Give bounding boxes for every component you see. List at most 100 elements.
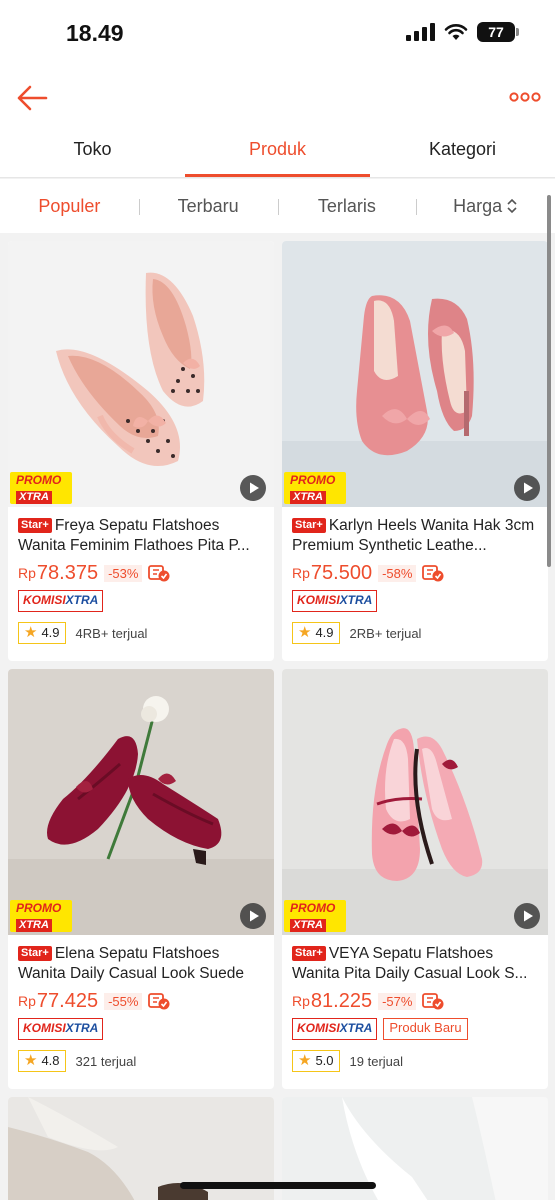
rating-value: 5.0 — [315, 1053, 334, 1068]
product-card[interactable]: PROMO XTRA Star+ Karlyn Heels Wanita Hak … — [282, 241, 548, 661]
komisi-label: KOMISI — [23, 1021, 66, 1035]
star-plus-badge: Star+ — [292, 518, 326, 533]
discount-badge: -55% — [104, 992, 143, 1010]
product-title: Star+ VEYA Sepatu Flatshoes Wanita Pita D… — [292, 944, 538, 984]
tab-produk[interactable]: Produk — [185, 126, 370, 177]
product-photo — [8, 241, 274, 507]
currency-label: Rp — [18, 565, 36, 581]
komisi-xtra-badge: KOMISIXTRA — [292, 590, 378, 612]
app-header — [0, 70, 555, 126]
rating-badge: ★ 4.9 — [18, 622, 66, 644]
product-card[interactable]: PROMO XTRA Star+ VEYA Sepatu Flatshoes Wa… — [282, 669, 548, 1089]
product-image[interactable]: PROMO XTRA — [282, 669, 548, 935]
rating-badge: ★ 4.8 — [18, 1050, 66, 1072]
product-title: Star+ Karlyn Heels Wanita Hak 3cm Premium… — [292, 516, 538, 556]
komisi-xtra-badge: KOMISIXTRA — [292, 1018, 378, 1040]
komisi-xtra-badge: KOMISIXTRA — [18, 1018, 104, 1040]
product-image[interactable]: PROMO XTRA — [282, 241, 548, 507]
product-grid: PROMO XTRA Star+ Freya Sepatu Flatshoes W… — [8, 241, 548, 1200]
rating-value: 4.9 — [315, 625, 334, 640]
product-photo — [282, 241, 548, 507]
sort-terlaris-label: Terlaris — [317, 195, 376, 216]
product-title-text: Elena Sepatu Flatshoes Wanita Daily Casu… — [18, 945, 245, 982]
promo-xtra-badge: PROMO XTRA — [10, 472, 72, 504]
battery-icon: 77 — [477, 22, 519, 42]
sort-bar: Populer Terbaru Terlaris Harga — [0, 179, 555, 233]
sort-harga-label: Harga — [453, 195, 503, 216]
play-video-icon[interactable] — [514, 475, 540, 501]
voucher-check-icon — [148, 565, 170, 582]
star-icon: ★ — [298, 624, 312, 641]
voucher-check-icon — [148, 993, 170, 1010]
promo-xtra-label: XTRA — [290, 919, 326, 932]
promo-xtra-badge: PROMO XTRA — [284, 472, 346, 504]
discount-badge: -53% — [104, 564, 143, 582]
komisi-xtra-label: XTRA — [339, 593, 373, 607]
status-icons: 77 — [406, 22, 519, 42]
star-icon: ★ — [24, 624, 38, 641]
discount-badge: -58% — [378, 564, 417, 582]
promo-xtra-label: XTRA — [290, 491, 326, 504]
status-time: 18.49 — [66, 20, 124, 46]
sort-terbaru[interactable]: Terbaru — [138, 195, 278, 217]
shop-tabs: Toko Produk Kategori — [0, 126, 555, 178]
arrow-left-icon[interactable] — [14, 80, 50, 116]
star-plus-badge: Star+ — [292, 946, 326, 961]
product-card[interactable]: PROMO XTRA Star+ Freya Sepatu Flatshoes W… — [8, 241, 274, 661]
product-card[interactable]: PROMO XTRA Star+ Elena Sepatu Flatshoes W… — [8, 669, 274, 1089]
product-price: 75.500 — [310, 561, 373, 584]
play-video-icon[interactable] — [240, 903, 266, 929]
product-price: 81.225 — [310, 989, 373, 1012]
currency-label: Rp — [292, 993, 310, 1009]
sort-harga[interactable]: Harga — [416, 196, 555, 217]
komisi-xtra-badge: KOMISIXTRA — [18, 590, 104, 612]
sold-count: 2RB+ terjual — [349, 625, 422, 641]
promo-label: PROMO — [16, 473, 62, 487]
rating-value: 4.9 — [41, 625, 60, 640]
sold-count: 19 terjual — [349, 1053, 404, 1069]
play-video-icon[interactable] — [240, 475, 266, 501]
discount-badge: -57% — [378, 992, 417, 1010]
sort-populer-label: Populer — [38, 195, 101, 216]
product-price: 77.425 — [36, 989, 99, 1012]
product-title: Star+ Freya Sepatu Flatshoes Wanita Femin… — [18, 516, 264, 556]
promo-xtra-label: XTRA — [16, 919, 52, 932]
product-price: 78.375 — [36, 561, 99, 584]
more-dots-icon[interactable] — [509, 88, 541, 106]
play-video-icon[interactable] — [514, 903, 540, 929]
voucher-check-icon — [422, 993, 444, 1010]
tab-toko[interactable]: Toko — [0, 126, 185, 177]
sold-count: 321 terjual — [75, 1053, 137, 1069]
sort-terbaru-label: Terbaru — [177, 195, 239, 216]
komisi-xtra-label: XTRA — [65, 593, 99, 607]
star-plus-badge: Star+ — [18, 518, 52, 533]
product-title-text: Karlyn Heels Wanita Hak 3cm Premium Synt… — [292, 517, 535, 554]
home-indicator — [180, 1182, 376, 1189]
sort-terlaris[interactable]: Terlaris — [277, 195, 417, 217]
promo-xtra-label: XTRA — [16, 491, 52, 504]
komisi-label: KOMISI — [23, 593, 66, 607]
sort-populer[interactable]: Populer — [0, 196, 139, 217]
product-title: Star+ Elena Sepatu Flatshoes Wanita Daily… — [18, 944, 264, 984]
promo-xtra-badge: PROMO XTRA — [10, 900, 72, 932]
product-title-text: VEYA Sepatu Flatshoes Wanita Pita Daily … — [292, 945, 528, 982]
star-icon: ★ — [298, 1052, 312, 1069]
currency-label: Rp — [292, 565, 310, 581]
star-icon: ★ — [24, 1052, 38, 1069]
sort-arrows-icon — [507, 198, 517, 213]
scrollbar[interactable] — [547, 195, 551, 567]
voucher-check-icon — [422, 565, 444, 582]
product-image[interactable]: PROMO XTRA — [8, 669, 274, 935]
currency-label: Rp — [18, 993, 36, 1009]
komisi-xtra-label: XTRA — [65, 1021, 99, 1035]
status-bar: 18.49 77 — [0, 0, 555, 70]
komisi-label: KOMISI — [297, 1021, 340, 1035]
rating-value: 4.8 — [41, 1053, 60, 1068]
tab-kategori[interactable]: Kategori — [370, 126, 555, 177]
sold-count: 4RB+ terjual — [75, 625, 148, 641]
rating-badge: ★ 4.9 — [292, 622, 340, 644]
rating-badge: ★ 5.0 — [292, 1050, 340, 1072]
product-image[interactable]: PROMO XTRA — [8, 241, 274, 507]
signal-icon — [406, 23, 435, 41]
product-photo — [8, 669, 274, 935]
